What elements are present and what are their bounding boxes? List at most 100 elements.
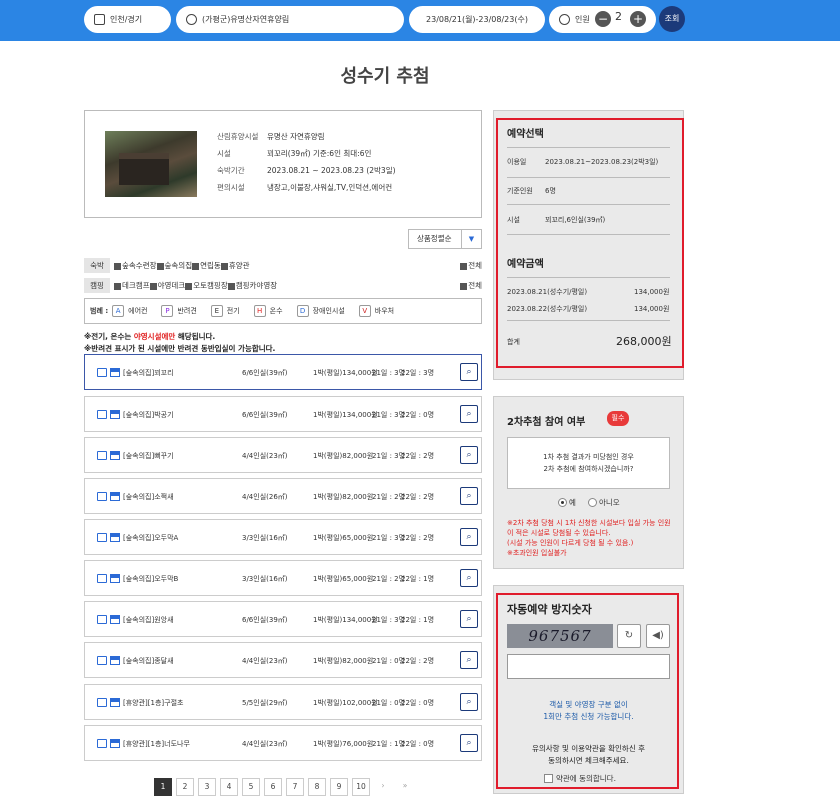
page-button[interactable]: 6: [264, 778, 282, 796]
magnifier-icon[interactable]: ⌕: [460, 610, 478, 628]
legend-item: P 반려견: [161, 305, 197, 317]
last-page-button[interactable]: »: [396, 778, 414, 796]
aircon-icon: [97, 368, 107, 377]
item-day2: 22일 : 0명: [401, 699, 435, 707]
magnifier-icon[interactable]: ⌕: [460, 569, 478, 587]
info-row: 편의시설 냉장고,이불장,샤워실,TV,인덕션,에어컨: [217, 183, 393, 192]
captcha-title: 자동예약 방지숫자: [507, 603, 592, 616]
checkbox-icon: [460, 262, 468, 270]
item-capacity: 4/4인실(23㎡): [242, 657, 288, 665]
map-icon: [94, 14, 105, 25]
aircon-icon: [97, 656, 107, 665]
item-name: [휴양관][1층]너도나무: [123, 740, 190, 748]
captcha-image: 967567: [507, 624, 613, 648]
aircon-icon: [97, 492, 107, 501]
list-item[interactable]: [숲속의집]종달새 4/4인실(23㎡) 1박(평일)82,000원 21일 : 0명…: [84, 642, 482, 678]
refresh-icon[interactable]: ↻: [617, 624, 641, 648]
filter-check[interactable]: 휴양관: [220, 260, 250, 271]
people-minus-button[interactable]: −: [595, 11, 611, 27]
item-day2: 22일 : 2명: [401, 493, 435, 501]
price-row-value: 134,000원: [634, 305, 670, 313]
second-draw-no[interactable]: 아니오: [588, 497, 620, 508]
aircon-icon: [97, 615, 107, 624]
filter-check[interactable]: 오토캠핑장: [185, 280, 228, 291]
list-item[interactable]: [숲속의집]오두막A 3/3인실(16㎡) 1박(평일)65,000원 21일 : 3…: [84, 519, 482, 555]
page-button[interactable]: 5: [242, 778, 260, 796]
magnifier-icon[interactable]: ⌕: [460, 528, 478, 546]
total-price: 268,000원: [616, 335, 672, 348]
filter-check[interactable]: 데크캠프: [114, 280, 150, 291]
item-name: [숲속의집]소쩍새: [123, 493, 174, 501]
magnifier-icon[interactable]: ⌕: [460, 487, 478, 505]
item-price: 1박(평일)134,000원: [313, 369, 378, 377]
sort-select[interactable]: 상품정렬순 ▼: [408, 229, 482, 249]
second-draw-yes[interactable]: 예: [558, 497, 576, 508]
page-button[interactable]: 7: [286, 778, 304, 796]
aircon-icon: A: [112, 305, 125, 317]
filter-check[interactable]: 숲속수련장: [114, 260, 157, 271]
legend: 범례 : A 에어컨 P 반려견 E 전기 H 온수 D 장애인시설 V 바우처: [84, 298, 482, 324]
list-item[interactable]: [휴양관][1층]너도나무 4/4인실(23㎡) 1박(평일)76,000원 21일 …: [84, 725, 482, 761]
page-button[interactable]: 4: [220, 778, 238, 796]
checkbox-icon: [220, 262, 228, 270]
next-page-button[interactable]: ›: [374, 778, 392, 796]
aircon-icon: [97, 533, 107, 542]
magnifier-icon[interactable]: ⌕: [460, 446, 478, 464]
electric-icon: E: [210, 305, 223, 317]
notice-1: ※전기, 온수는 야영시설에만 해당됩니다.: [84, 332, 216, 341]
page-button[interactable]: 3: [198, 778, 216, 796]
page-button[interactable]: 8: [308, 778, 326, 796]
magnifier-icon[interactable]: ⌕: [460, 651, 478, 669]
legend-item: A 에어컨: [112, 305, 147, 317]
item-price: 1박(평일)134,000원: [313, 616, 378, 624]
second-draw-warning: ※2차 추첨 당첨 시 1차 신청한 시설보다 입실 가능 인원이 적은 시설로…: [507, 519, 671, 557]
item-price: 1박(평일)76,000원: [313, 740, 374, 748]
item-price: 1박(평일)82,000원: [313, 493, 374, 501]
item-capacity: 3/3인실(16㎡): [242, 575, 288, 583]
speaker-icon[interactable]: ◀): [646, 624, 670, 648]
list-item[interactable]: [숲속의집]꾀꼬리 6/6인실(39㎡) 1박(평일)134,000원 21일 : 3…: [84, 354, 482, 390]
filter-check[interactable]: 야영데크: [149, 280, 185, 291]
list-item[interactable]: [휴양관][1층]구절초 5/5인실(29㎡) 1박(평일)102,000원 21일 …: [84, 684, 482, 720]
list-item[interactable]: [숲속의집]오두막B 3/3인실(16㎡) 1박(평일)65,000원 21일 : 2…: [84, 560, 482, 596]
list-item[interactable]: [숲속의집]원앙새 6/6인실(39㎡) 1박(평일)134,000원 21일 : 3…: [84, 601, 482, 637]
item-price: 1박(평일)65,000원: [313, 575, 374, 583]
facility-select[interactable]: (가평군)유명산자연휴양림: [176, 6, 404, 33]
info-row: 시설 꾀꼬리(39㎡) 기준:6인 최대:6인: [217, 149, 372, 158]
filter-check[interactable]: 캠핑카야영장: [227, 280, 277, 291]
list-item[interactable]: [숲속의집]뻐꾸기 4/4인실(23㎡) 1박(평일)82,000원 21일 : 3명…: [84, 437, 482, 473]
filter-check[interactable]: 연립동: [192, 260, 221, 271]
region-select[interactable]: 인천/경기: [84, 6, 171, 33]
price-title: 예약금액: [507, 259, 544, 270]
building-icon: [110, 410, 120, 419]
building-icon: [110, 698, 120, 707]
people-plus-button[interactable]: +: [630, 11, 646, 27]
magnifier-icon[interactable]: ⌕: [460, 734, 478, 752]
disabled-icon: D: [296, 305, 309, 317]
list-item[interactable]: [숲속의집]소쩍새 4/4인실(26㎡) 1박(평일)82,000원 21일 : 2명…: [84, 478, 482, 514]
total-label: 합계: [507, 338, 520, 346]
page-button[interactable]: 2: [176, 778, 194, 796]
stay-all-check[interactable]: 전체: [460, 260, 482, 271]
res-row-value: 6명: [545, 187, 556, 195]
page-button[interactable]: 1: [154, 778, 172, 796]
camp-all-check[interactable]: 전체: [460, 280, 482, 291]
second-draw-question: 1차 추첨 결과가 미당첨인 경우 2차 추첨에 참여하시겠습니까?: [507, 437, 670, 489]
magnifier-icon[interactable]: ⌕: [460, 693, 478, 711]
item-name: [숲속의집]종달새: [123, 657, 174, 665]
magnifier-icon[interactable]: ⌕: [460, 405, 478, 423]
legend-item: H 온수: [253, 305, 283, 317]
checkbox-icon: [185, 282, 193, 290]
page-button[interactable]: 10: [352, 778, 370, 796]
page-button[interactable]: 9: [330, 778, 348, 796]
res-row-label: 시설: [507, 216, 520, 224]
date-select[interactable]: 23/08/21(월)-23/08/23(수): [409, 6, 545, 33]
list-item[interactable]: [숲속의집]박공기 6/6인실(39㎡) 1박(평일)134,000원 21일 : 3…: [84, 396, 482, 432]
agree-checkbox[interactable]: 약관에 동의합니다.: [544, 773, 616, 784]
location-pin-icon: [186, 14, 197, 25]
reservation-title: 예약선택: [507, 129, 544, 140]
captcha-input[interactable]: [507, 654, 670, 679]
search-button[interactable]: 조회: [659, 6, 685, 32]
magnifier-icon[interactable]: ⌕: [460, 363, 478, 381]
filter-check[interactable]: 숲속의집: [156, 260, 192, 271]
